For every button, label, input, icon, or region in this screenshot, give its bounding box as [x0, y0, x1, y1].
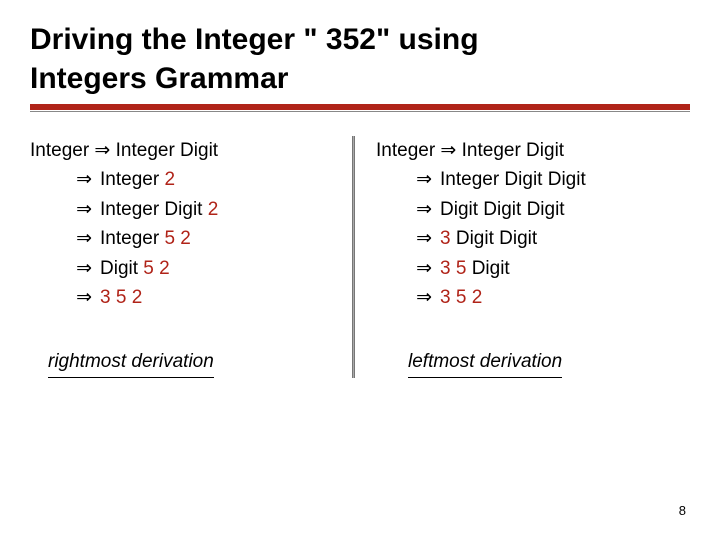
derivation-text: Digit 5 2	[100, 254, 170, 283]
derivation-text: Integer 2	[100, 165, 175, 194]
left-caption: rightmost derivation	[48, 347, 214, 378]
left-column: Integer ⇒ Integer Digit ⇒ Integer 2⇒ Int…	[30, 136, 350, 378]
derivation-text: Integer 5 2	[100, 224, 191, 253]
derivation-line: ⇒ 3 Digit Digit	[376, 224, 690, 253]
page-number: 8	[679, 503, 686, 518]
arrow-icon: ⇒	[30, 165, 100, 194]
arrow-icon: ⇒	[30, 283, 100, 312]
derivation-text: 3 Digit Digit	[440, 224, 537, 253]
derivation-text: Integer Digit Digit	[440, 165, 586, 194]
derivation-line: ⇒ Integer 5 2	[30, 224, 344, 253]
derivation-text: 3 5 Digit	[440, 254, 510, 283]
derivation-first-line: Integer ⇒ Integer Digit	[376, 136, 690, 165]
right-column: Integer ⇒ Integer Digit ⇒ Integer Digit …	[356, 136, 690, 378]
slide-title: Driving the Integer " 352" using Integer…	[30, 20, 690, 98]
arrow-icon: ⇒	[376, 165, 440, 194]
right-caption: leftmost derivation	[408, 347, 562, 378]
derivation-text: 3 5 2	[440, 283, 482, 312]
arrow-icon: ⇒	[30, 195, 100, 224]
arrow-icon: ⇒	[376, 195, 440, 224]
arrow-icon: ⇒	[30, 224, 100, 253]
content-columns: Integer ⇒ Integer Digit ⇒ Integer 2⇒ Int…	[30, 136, 690, 378]
derivation-line: ⇒ Integer Digit 2	[30, 195, 344, 224]
derivation-text: Integer Digit 2	[100, 195, 218, 224]
arrow-icon: ⇒	[376, 283, 440, 312]
arrow-icon: ⇒	[376, 254, 440, 283]
derivation-line: ⇒ Digit Digit Digit	[376, 195, 690, 224]
derivation-line: ⇒ 3 5 2	[376, 283, 690, 312]
arrow-icon: ⇒	[30, 254, 100, 283]
derivation-line: ⇒ Digit 5 2	[30, 254, 344, 283]
derivation-line: ⇒ Integer Digit Digit	[376, 165, 690, 194]
derivation-line: ⇒ 3 5 2	[30, 283, 344, 312]
derivation-text: Digit Digit Digit	[440, 195, 565, 224]
derivation-line: ⇒ Integer 2	[30, 165, 344, 194]
title-underline	[30, 104, 690, 112]
arrow-icon: ⇒	[376, 224, 440, 253]
derivation-text: 3 5 2	[100, 283, 142, 312]
derivation-line: ⇒ 3 5 Digit	[376, 254, 690, 283]
derivation-first-line: Integer ⇒ Integer Digit	[30, 136, 344, 165]
